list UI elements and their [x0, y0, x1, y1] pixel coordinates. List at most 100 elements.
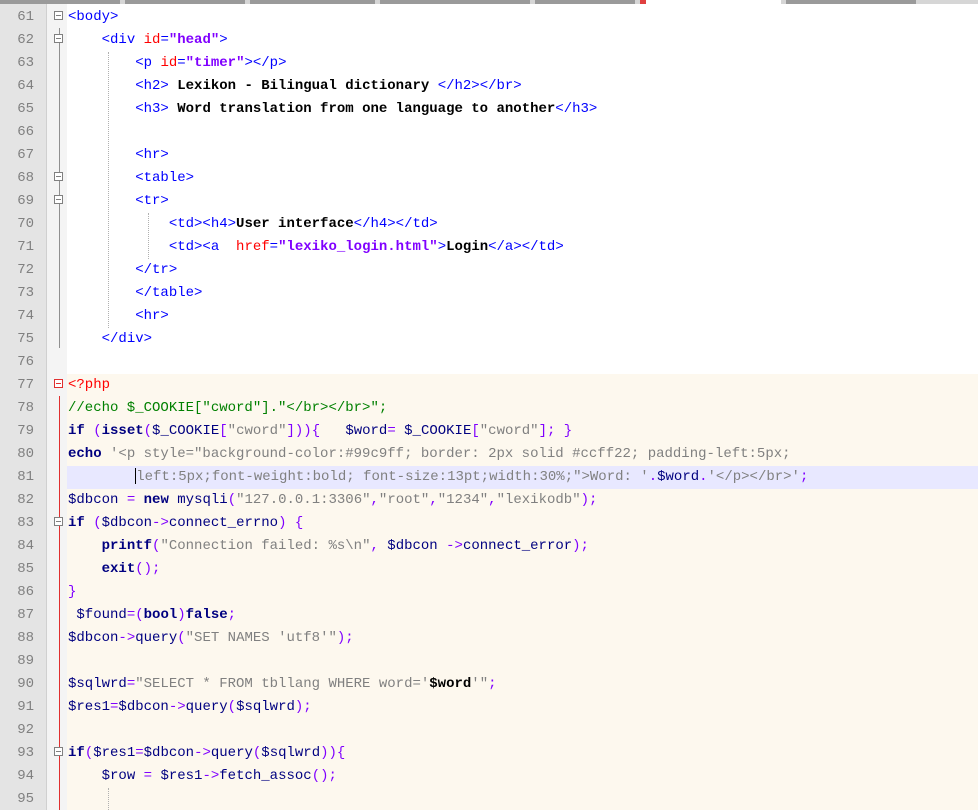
code-token: </a></td>	[488, 239, 564, 255]
code-editor[interactable]: 61 <body> 62 <div id="head"> 63 <p id="time…	[0, 0, 978, 810]
code-text[interactable]: $res1=$dbcon->query($sqlwrd);	[68, 696, 312, 719]
code-token: ;	[799, 469, 809, 485]
code-token: connect_error	[462, 538, 573, 554]
code-line[interactable]: 66	[0, 121, 978, 144]
code-text[interactable]: $row = $res1->fetch_assoc();	[68, 765, 337, 788]
code-line[interactable]: 89	[0, 650, 978, 673]
code-text[interactable]: if($res1=$dbcon->query($sqlwrd)){	[68, 742, 345, 765]
code-text[interactable]: $found=(bool)false;	[68, 604, 236, 627]
code-token: $dbcon	[101, 515, 153, 531]
code-token: $sqlwrd	[236, 699, 295, 715]
fold-toggle-icon[interactable]	[54, 517, 63, 526]
code-line[interactable]: 83 if ($dbcon->connect_errno) {	[0, 512, 978, 535]
code-token: <td><a	[168, 239, 237, 255]
code-line[interactable]: 61 <body>	[0, 6, 978, 29]
code-token: ();	[311, 768, 337, 784]
code-text[interactable]: <table>	[68, 167, 194, 190]
code-line[interactable]: 68 <table>	[0, 167, 978, 190]
code-line[interactable]: 94 $row = $res1->fetch_assoc();	[0, 765, 978, 788]
tab-strip[interactable]	[0, 0, 978, 4]
code-text[interactable]: $sqlwrd="SELECT * FROM tbllang WHERE wor…	[68, 673, 497, 696]
code-token: (	[93, 423, 102, 439]
code-token: (	[177, 630, 186, 646]
code-line[interactable]: 80 echo '<p style="background-color:#99c9…	[0, 443, 978, 466]
code-line[interactable]: 67 <hr>	[0, 144, 978, 167]
code-text[interactable]: printf("Connection failed: %s\n", $dbcon…	[68, 535, 589, 558]
code-line[interactable]: 92	[0, 719, 978, 742]
code-line[interactable]: 87 $found=(bool)false;	[0, 604, 978, 627]
code-line[interactable]: 88 $dbcon->query("SET NAMES 'utf8'");	[0, 627, 978, 650]
code-line[interactable]: 82 $dbcon = new mysqli("127.0.0.1:3306","…	[0, 489, 978, 512]
code-line[interactable]: 86}	[0, 581, 978, 604]
fold-toggle-icon[interactable]	[54, 34, 63, 43]
tab[interactable]	[380, 0, 530, 4]
code-line[interactable]: 76	[0, 351, 978, 374]
code-line[interactable]: 72 </tr>	[0, 259, 978, 282]
fold-toggle-icon[interactable]	[54, 11, 63, 20]
code-text[interactable]: left:5px;font-weight:bold; font-size:13p…	[68, 466, 808, 489]
tab[interactable]	[125, 0, 245, 4]
code-lines[interactable]: 61 <body> 62 <div id="head"> 63 <p id="time…	[0, 6, 978, 810]
code-text[interactable]: <hr>	[68, 305, 169, 328]
code-text[interactable]: <tr>	[68, 190, 169, 213]
code-text[interactable]: </tr>	[68, 259, 177, 282]
code-line[interactable]: 75 </div>	[0, 328, 978, 351]
code-text[interactable]: <?php	[68, 374, 110, 397]
code-text[interactable]: <p id="timer"></p>	[68, 52, 286, 75]
tab[interactable]	[535, 0, 635, 4]
code-line[interactable]: 73 </table>	[0, 282, 978, 305]
tab[interactable]	[786, 0, 916, 4]
fold-toggle-icon[interactable]	[54, 747, 63, 756]
code-line[interactable]: 93 if($res1=$dbcon->query($sqlwrd)){	[0, 742, 978, 765]
line-number: 91	[17, 699, 34, 715]
code-line[interactable]: 85 exit();	[0, 558, 978, 581]
tab[interactable]	[250, 0, 375, 4]
code-text[interactable]: echo '<p style="background-color:#99c9ff…	[68, 443, 791, 466]
code-token: .	[648, 469, 658, 485]
code-text[interactable]: //echo $_COOKIE["cword"]."</br></br>";	[68, 397, 387, 420]
code-text[interactable]: <div id="head">	[68, 29, 228, 52]
code-line[interactable]: 84 printf("Connection failed: %s\n", $db…	[0, 535, 978, 558]
code-text[interactable]: <td><h4>User interface</h4></td>	[68, 213, 438, 236]
code-text[interactable]: }	[68, 581, 76, 604]
code-token: </div>	[101, 331, 153, 347]
code-line[interactable]: 71 <td><a href="lexiko_login.html">Login…	[0, 236, 978, 259]
code-line[interactable]: 91 $res1=$dbcon->query($sqlwrd);	[0, 696, 978, 719]
code-token: "cword"	[479, 423, 539, 439]
code-line[interactable]: 69 <tr>	[0, 190, 978, 213]
code-text[interactable]: $dbcon->query("SET NAMES 'utf8'");	[68, 627, 354, 650]
code-text[interactable]: <h2> Lexikon - Bilingual dictionary </h2…	[68, 75, 521, 98]
code-text[interactable]: <h3> Word translation from one language …	[68, 98, 597, 121]
code-token: <h2>	[135, 78, 178, 94]
code-line[interactable]: 70 <td><h4>User interface</h4></td>	[0, 213, 978, 236]
code-line[interactable]: 74 <hr>	[0, 305, 978, 328]
code-text[interactable]: </table>	[68, 282, 202, 305]
fold-toggle-icon[interactable]	[54, 195, 63, 204]
code-text[interactable]: $dbcon = new mysqli("127.0.0.1:3306","ro…	[68, 489, 597, 512]
code-line[interactable]: 90 $sqlwrd="SELECT * FROM tbllang WHERE w…	[0, 673, 978, 696]
code-line[interactable]: 62 <div id="head">	[0, 29, 978, 52]
code-text[interactable]: if (isset($_COOKIE["cword"])){ $word= $_…	[68, 420, 572, 443]
fold-toggle-icon[interactable]	[54, 172, 63, 181]
code-line[interactable]: 77 <?php	[0, 374, 978, 397]
code-line[interactable]: 78 //echo $_COOKIE["cword"]."</br></br>";	[0, 397, 978, 420]
code-line[interactable]: 64 <h2> Lexikon - Bilingual dictionary <…	[0, 75, 978, 98]
code-line[interactable]: 81 left:5px;font-weight:bold; font-size:…	[0, 466, 978, 489]
code-line[interactable]: 79 if (isset($_COOKIE["cword"])){ $word= …	[0, 420, 978, 443]
code-text[interactable]: <body>	[68, 6, 118, 29]
code-token: );	[572, 538, 589, 554]
code-text[interactable]: if ($dbcon->connect_errno) {	[68, 512, 303, 535]
code-text[interactable]: <hr>	[68, 144, 169, 167]
code-line[interactable]: 95	[0, 788, 978, 810]
code-line[interactable]: 63 <p id="timer"></p>	[0, 52, 978, 75]
tab-active[interactable]	[646, 0, 781, 4]
fold-toggle-icon[interactable]	[54, 379, 63, 388]
code-text[interactable]: exit();	[68, 558, 161, 581]
code-text[interactable]: <td><a href="lexiko_login.html">Login</a…	[68, 236, 564, 259]
code-text[interactable]: </div>	[68, 328, 152, 351]
code-token: $sqlwrd	[68, 676, 127, 692]
code-line[interactable]: 65 <h3> Word translation from one langua…	[0, 98, 978, 121]
